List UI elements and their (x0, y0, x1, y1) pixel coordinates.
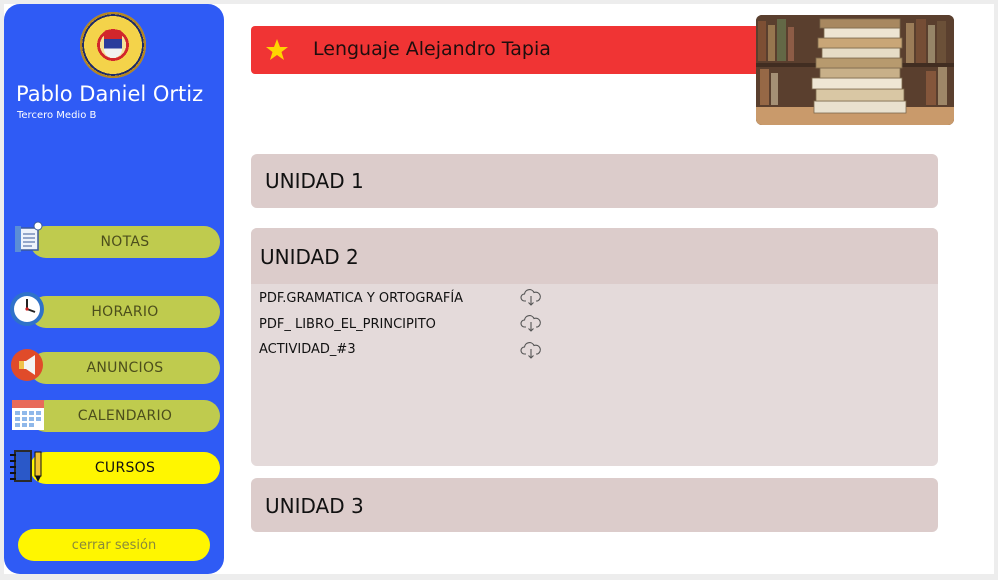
sidebar-item-calendario[interactable]: CALENDARIO (30, 400, 220, 432)
sidebar-item-horario[interactable]: HORARIO (30, 296, 220, 328)
file-link-gramatica[interactable]: PDF.GRAMATICA Y ORTOGRAFÍA (259, 291, 463, 306)
unit-1-title: UNIDAD 1 (265, 169, 364, 193)
sidebar-item-label: ANUNCIOS (86, 360, 164, 376)
file-link-actividad[interactable]: ACTIVIDAD_#3 (259, 342, 356, 357)
sidebar: Pablo Daniel Ortiz Tercero Medio B NOTAS… (4, 4, 224, 574)
file-link-principito[interactable]: PDF_ LIBRO_EL_PRINCIPITO (259, 317, 436, 332)
cloud-download-icon[interactable] (520, 313, 542, 333)
logout-button[interactable]: cerrar sesión (18, 529, 210, 561)
unit-2-header[interactable]: UNIDAD 2 (251, 228, 938, 284)
school-crest-logo (80, 12, 146, 78)
unit-1-panel[interactable]: UNIDAD 1 (251, 154, 938, 208)
sidebar-item-label: CALENDARIO (77, 408, 173, 424)
unit-2-title: UNIDAD 2 (260, 245, 359, 269)
cloud-download-icon[interactable] (520, 287, 542, 307)
calendar-icon (12, 400, 44, 430)
sidebar-item-label: NOTAS (100, 234, 150, 250)
course-header: Lenguaje Alejandro Tapia (251, 26, 761, 74)
user-name: Pablo Daniel Ortiz (16, 82, 204, 106)
sidebar-item-label: CURSOS (94, 460, 156, 476)
cloud-download-icon[interactable] (520, 340, 542, 360)
notebook-icon (10, 450, 42, 482)
unit-3-panel[interactable]: UNIDAD 3 (251, 478, 938, 532)
books-stack-image (756, 15, 954, 125)
clock-icon (10, 292, 44, 326)
user-grade: Tercero Medio B (17, 110, 97, 121)
unit-2-panel: UNIDAD 2 PDF.GRAMATICA Y ORTOGRAFÍA PDF_… (251, 228, 938, 466)
star-icon (266, 39, 288, 60)
sidebar-item-anuncios[interactable]: ANUNCIOS (30, 352, 220, 384)
sidebar-item-notas[interactable]: NOTAS (30, 226, 220, 258)
unit-3-title: UNIDAD 3 (265, 494, 364, 518)
course-title: Lenguaje Alejandro Tapia (313, 38, 551, 60)
megaphone-icon (11, 349, 43, 381)
notes-icon (15, 221, 43, 252)
sidebar-item-cursos[interactable]: CURSOS (30, 452, 220, 484)
sidebar-item-label: HORARIO (91, 304, 159, 320)
